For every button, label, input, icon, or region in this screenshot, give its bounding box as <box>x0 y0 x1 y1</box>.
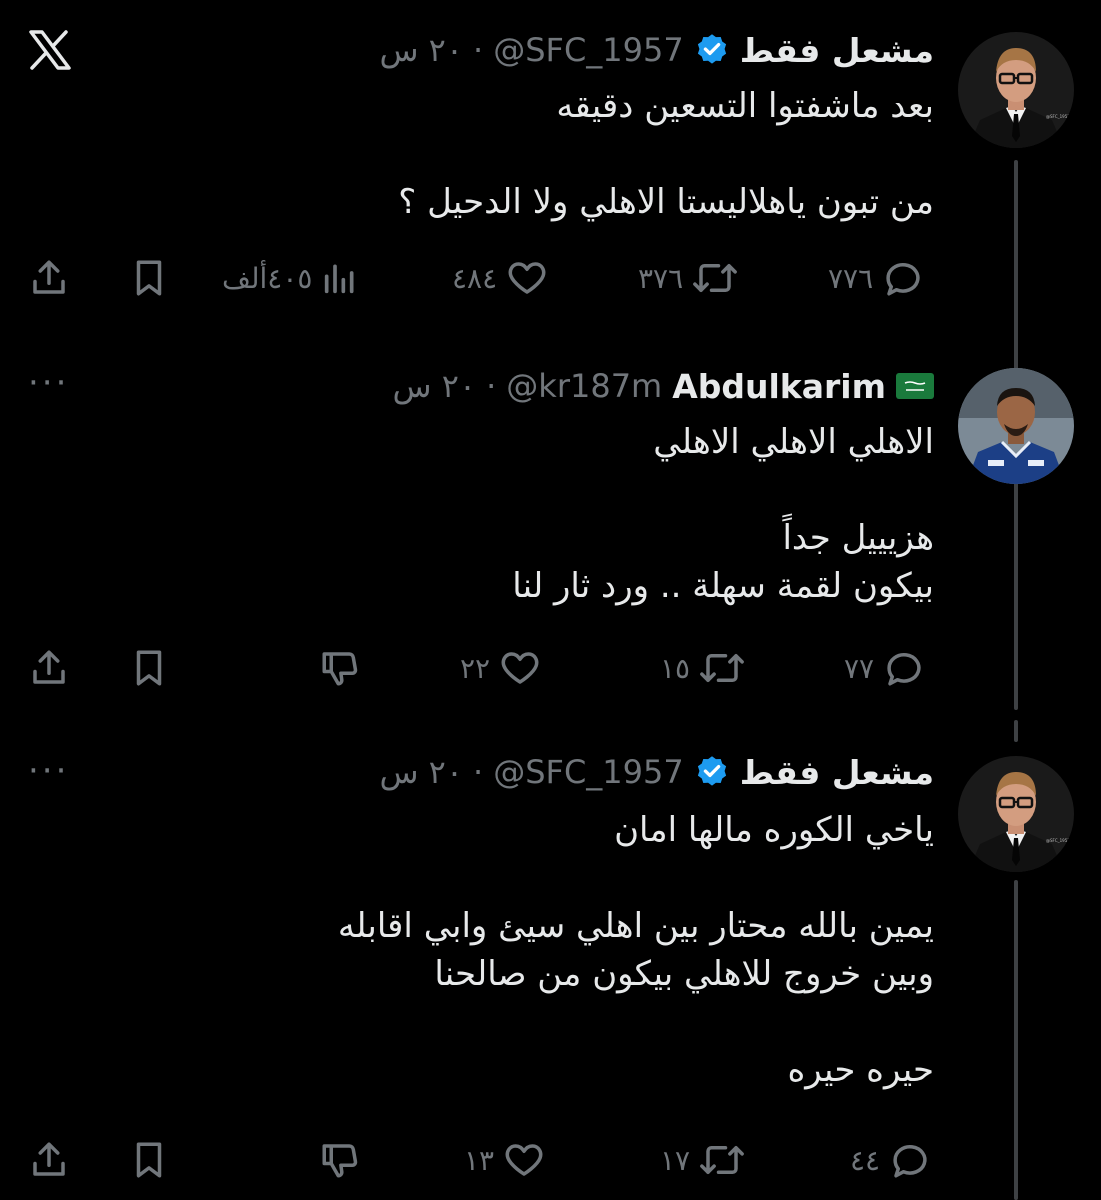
tweet-header: مشعل فقط @SFC_1957 · ٢٠ س <box>379 26 934 74</box>
bookmark-icon <box>136 260 162 296</box>
like-count: ٤٨٤ <box>452 261 498 295</box>
like-button[interactable]: ٤٨٤ <box>452 248 549 308</box>
views-icon <box>325 264 354 294</box>
reply-icon <box>887 653 921 686</box>
dislike-button[interactable] <box>318 638 362 698</box>
bookmark-button[interactable] <box>128 248 170 308</box>
like-count: ١٣ <box>464 1143 495 1177</box>
reply-icon <box>886 263 920 296</box>
bookmark-icon <box>136 1142 162 1178</box>
tweet-text-line <box>74 854 934 902</box>
timestamp[interactable]: ٢٠ س <box>379 31 463 69</box>
display-name[interactable]: مشعل فقط <box>740 31 934 70</box>
user-handle[interactable]: @kr187m <box>506 367 662 405</box>
thread-connector-line <box>1014 720 1018 742</box>
retweet-icon <box>700 1146 744 1174</box>
tweet-text: بعد ماشفتوا التسعين دقيقه من تبون ياهلال… <box>74 82 934 226</box>
tweet-text-line: يمين بالله محتار بين اهلي سيئ وابي اقابل… <box>337 906 934 946</box>
retweet-count: ٣٧٦ <box>638 261 684 295</box>
views-count: ٤٠٥ألف <box>222 261 313 295</box>
separator-dot: · <box>486 367 497 405</box>
bookmark-button[interactable] <box>128 1130 170 1190</box>
tweet-text-line: بيكون لقمة سهلة .. ورد ثار لنا <box>512 566 934 606</box>
bookmark-icon <box>136 650 162 686</box>
tweet-actions-bar: ٢٢ ١٥ ٧٧ <box>0 638 1101 698</box>
retweet-button[interactable]: ١٧ <box>660 1130 746 1190</box>
separator-dot: · <box>473 753 484 791</box>
like-button[interactable]: ١٣ <box>464 1130 546 1190</box>
thumbs-down-icon <box>322 652 358 686</box>
user-handle[interactable]: @SFC_1957 <box>493 31 684 69</box>
reply-button[interactable]: ٧٧٦ <box>828 248 925 308</box>
reply-icon <box>893 1145 927 1178</box>
tweet-text-line: بعد ماشفتوا التسعين دقيقه <box>556 86 934 126</box>
tweet-text-line: ياخي الكوره مالها امان <box>614 810 934 850</box>
retweet-button[interactable]: ١٥ <box>660 638 746 698</box>
more-options-icon[interactable]: ··· <box>28 754 69 788</box>
views-button[interactable]: ٤٠٥ألف <box>222 248 360 308</box>
thread-screen: @SFC_1957 مشعل فقط @SFC_1957 · ٢٠ س بعد … <box>0 0 1101 1200</box>
more-options-icon[interactable]: ··· <box>28 366 69 400</box>
like-count: ٢٢ <box>460 651 491 685</box>
thumbs-down-icon <box>322 1144 358 1178</box>
dislike-button[interactable] <box>318 1130 362 1190</box>
verified-badge-icon <box>697 34 726 64</box>
heart-icon <box>501 652 539 684</box>
separator-dot: · <box>473 31 484 69</box>
tweet-text-line: وبين خروج للاهلي بيكون من صالحنا <box>434 954 934 994</box>
verified-badge-icon <box>697 756 726 786</box>
tweet-text-line: من تبون ياهلاليستا الاهلي ولا الدحيل ؟ <box>398 182 934 222</box>
saudi-flag-icon <box>896 373 934 399</box>
heart-icon <box>505 1144 543 1176</box>
timestamp[interactable]: ٢٠ س <box>379 753 463 791</box>
display-name[interactable]: Abdulkarim <box>672 367 886 406</box>
retweet-count: ١٥ <box>660 651 691 685</box>
reply-button[interactable]: ٤٤ <box>850 1130 932 1190</box>
tweet-text: الاهلي الاهلي الاهلي هزيييل جداً بيكون ل… <box>74 418 934 610</box>
like-button[interactable]: ٢٢ <box>460 638 542 698</box>
share-icon <box>33 1142 65 1176</box>
user-handle[interactable]: @SFC_1957 <box>493 753 684 791</box>
timestamp[interactable]: ٢٠ س <box>393 367 477 405</box>
display-name[interactable]: مشعل فقط <box>740 753 934 792</box>
tweet-text-line: الاهلي الاهلي الاهلي <box>653 422 934 462</box>
share-button[interactable] <box>28 1130 70 1190</box>
reply-count: ٧٧٦ <box>828 261 874 295</box>
share-icon <box>33 260 65 294</box>
avatar-portrait-image <box>958 368 1074 484</box>
avatar-portrait-image: @SFC_1957 <box>958 32 1074 148</box>
bookmark-button[interactable] <box>128 638 170 698</box>
reply-count: ٧٧ <box>844 651 875 685</box>
tweet-text: ياخي الكوره مالها امان يمين بالله محتار … <box>74 806 934 1094</box>
tweet-header: Abdulkarim @kr187m · ٢٠ س <box>393 362 934 410</box>
svg-text:@SFC_1957: @SFC_1957 <box>1046 838 1070 843</box>
tweet-text-line <box>74 466 934 514</box>
avatar[interactable]: @SFC_1957 <box>958 756 1074 872</box>
retweet-count: ١٧ <box>660 1143 691 1177</box>
retweet-icon <box>693 264 737 292</box>
share-icon <box>33 650 65 684</box>
tweet-header: مشعل فقط @SFC_1957 · ٢٠ س <box>379 748 934 796</box>
reply-button[interactable]: ٧٧ <box>844 638 926 698</box>
tweet-text-line: حيره حيره <box>787 1050 934 1090</box>
share-button[interactable] <box>28 248 70 308</box>
svg-text:@SFC_1957: @SFC_1957 <box>1046 114 1070 119</box>
x-logo-icon[interactable] <box>28 30 72 70</box>
avatar-portrait-image: @SFC_1957 <box>958 756 1074 872</box>
tweet-text-line: هزيييل جداً <box>782 518 934 558</box>
retweet-icon <box>700 654 744 682</box>
tweet-text-line <box>74 130 934 178</box>
tweet-text-line <box>74 998 934 1046</box>
share-button[interactable] <box>28 638 70 698</box>
retweet-button[interactable]: ٣٧٦ <box>638 248 739 308</box>
avatar[interactable]: @SFC_1957 <box>958 32 1074 148</box>
tweet-actions-bar: ١٣ ١٧ ٤٤ <box>0 1130 1101 1190</box>
avatar[interactable] <box>958 368 1074 484</box>
reply-count: ٤٤ <box>850 1143 881 1177</box>
tweet-actions-bar: ٤٠٥ألف ٤٨٤ ٣٧٦ ٧٧٦ <box>0 248 1101 308</box>
heart-icon <box>508 262 546 294</box>
